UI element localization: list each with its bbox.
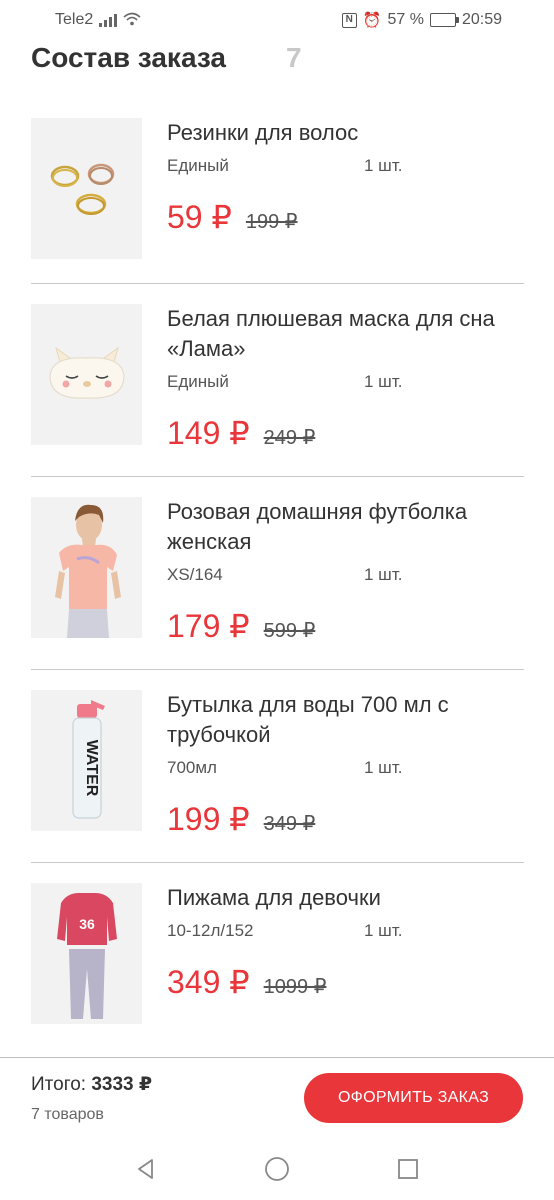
current-price: 179 ₽ (167, 608, 250, 644)
item-meta: 700мл 1 шт. (167, 758, 524, 778)
page-title: Состав заказа (31, 42, 226, 73)
bottle-print: WATER (83, 739, 100, 796)
item-info: Бутылка для воды 700 мл с трубочкой 700м… (167, 690, 524, 838)
item-meta: Единый 1 шт. (167, 372, 524, 392)
item-meta: Единый 1 шт. (167, 156, 524, 176)
home-circle-icon[interactable] (262, 1154, 292, 1184)
product-image: WATER (31, 690, 142, 831)
order-item[interactable]: Белая плюшевая маска для сна «Лама» Един… (31, 284, 524, 477)
item-meta: XS/164 1 шт. (167, 565, 524, 585)
items-count-badge: 7 (285, 42, 302, 73)
product-quantity: 1 шт. (364, 372, 403, 391)
tshirt-model-icon (54, 504, 121, 638)
item-info: Резинки для волос Единый 1 шт. 59 ₽ 199 … (167, 118, 524, 259)
old-price: 599 ₽ (263, 620, 316, 642)
product-size: Единый (167, 156, 229, 175)
old-price: 349 ₽ (263, 813, 316, 835)
order-item[interactable]: 36 Пижама для девочки 10-12л/152 1 шт. 3… (31, 863, 524, 1048)
item-info: Розовая домашняя футболка женская XS/164… (167, 497, 524, 645)
items-count: 7 товаров (31, 1105, 104, 1123)
pajama-number: 36 (79, 916, 95, 932)
order-summary: Итого: 3333 ₽ 7 товаров (31, 1073, 152, 1124)
product-image (31, 497, 142, 638)
item-info: Белая плюшевая маска для сна «Лама» Един… (167, 304, 524, 452)
status-right: N ⏰ 57 % 20:59 (341, 11, 502, 29)
back-triangle-icon[interactable] (131, 1154, 161, 1184)
order-footer: Итого: 3333 ₽ 7 товаров ОФОРМИТЬ ЗАКАЗ (0, 1057, 554, 1138)
order-items-list: Резинки для волос Единый 1 шт. 59 ₽ 199 … (31, 98, 524, 1048)
product-size: 700мл (167, 758, 217, 777)
old-price: 1099 ₽ (263, 976, 327, 998)
old-price: 249 ₽ (263, 427, 316, 449)
product-quantity: 1 шт. (364, 156, 403, 175)
pajama-icon: 36 (56, 893, 117, 1019)
current-price: 149 ₽ (167, 415, 250, 451)
checkout-button[interactable]: ОФОРМИТЬ ЗАКАЗ (304, 1073, 523, 1123)
order-item[interactable]: Резинки для волос Единый 1 шт. 59 ₽ 199 … (31, 98, 524, 284)
item-prices: 349 ₽ 1099 ₽ (167, 963, 524, 1001)
current-price: 59 ₽ (167, 199, 232, 235)
product-name: Бутылка для воды 700 мл с трубочкой (167, 692, 449, 747)
recents-square-icon[interactable] (393, 1154, 423, 1184)
wifi-icon (123, 12, 141, 29)
status-left: Tele2 (55, 11, 141, 29)
product-image (31, 118, 142, 259)
sleep-mask-icon (48, 346, 125, 399)
order-total: Итого: 3333 ₽ (31, 1073, 152, 1096)
signal-icon (99, 13, 118, 27)
product-name: Резинки для волос (167, 120, 359, 145)
product-name: Розовая домашняя футболка женская (167, 499, 468, 554)
total-value: 3333 ₽ (91, 1073, 153, 1095)
product-image (31, 304, 142, 445)
product-name: Пижама для девочки (167, 885, 381, 910)
item-meta: 10-12л/152 1 шт. (167, 921, 524, 941)
battery-percent: 57 % (387, 11, 424, 28)
item-info: Пижама для девочки 10-12л/152 1 шт. 349 … (167, 883, 524, 1024)
current-price: 199 ₽ (167, 801, 250, 837)
item-prices: 179 ₽ 599 ₽ (167, 607, 524, 645)
product-quantity: 1 шт. (364, 565, 403, 584)
nfc-icon: N (341, 12, 357, 28)
product-size: XS/164 (167, 565, 223, 584)
product-quantity: 1 шт. (364, 921, 403, 940)
product-size: Единый (167, 372, 229, 391)
battery-icon (429, 13, 459, 27)
system-nav-bar (0, 1138, 554, 1200)
carrier-label: Tele2 (55, 11, 94, 28)
product-quantity: 1 шт. (364, 758, 403, 777)
current-price: 349 ₽ (167, 964, 250, 1000)
page-header: Состав заказа 7 (31, 42, 302, 74)
alarm-icon: ⏰ (362, 12, 382, 29)
clock: 20:59 (461, 11, 502, 28)
total-label: Итого: (31, 1073, 87, 1095)
product-image: 36 (31, 883, 142, 1024)
product-size: 10-12л/152 (167, 921, 254, 940)
product-name: Белая плюшевая маска для сна «Лама» (167, 306, 495, 361)
order-item[interactable]: Розовая домашняя футболка женская XS/164… (31, 477, 524, 670)
item-prices: 149 ₽ 249 ₽ (167, 414, 524, 452)
status-bar: Tele2 N ⏰ 57 % 20:59 (0, 0, 554, 40)
hair-ties-icon (50, 163, 114, 215)
order-item[interactable]: WATER Бутылка для воды 700 мл с трубочко… (31, 670, 524, 863)
water-bottle-icon: WATER (71, 699, 105, 819)
item-prices: 199 ₽ 349 ₽ (167, 800, 524, 838)
item-prices: 59 ₽ 199 ₽ (167, 198, 524, 236)
old-price: 199 ₽ (245, 211, 298, 233)
